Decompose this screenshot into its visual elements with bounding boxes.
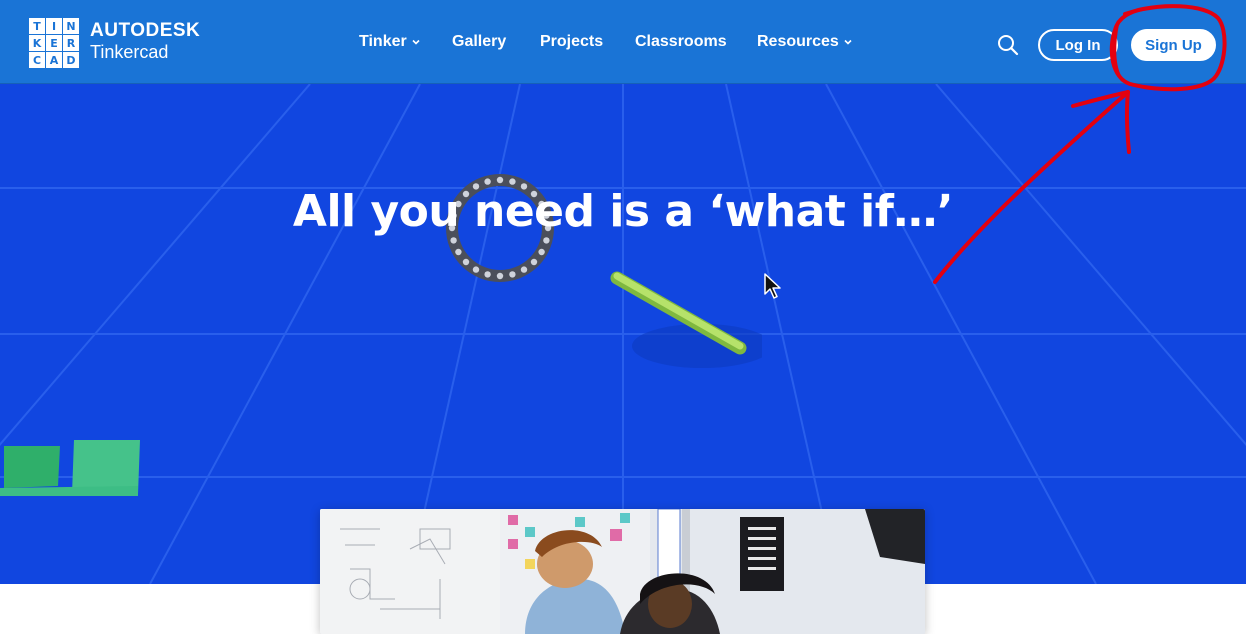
logo-letter: I — [46, 18, 62, 34]
brand-wordmark[interactable]: AUTODESK Tinkercad — [90, 20, 230, 70]
classroom-photo-illustration — [320, 509, 925, 634]
page: T I N K E R C A D AUTODESK Tinkercad Tin… — [0, 0, 1246, 634]
logo-letter: A — [46, 52, 62, 68]
mouse-cursor-icon — [764, 273, 781, 299]
green-stick-shape — [610, 271, 762, 368]
logo-letter: D — [63, 52, 79, 68]
nav-item-gallery[interactable]: Gallery — [452, 33, 506, 51]
nav-item-resources[interactable]: Resources — [757, 33, 853, 51]
chevron-down-icon — [412, 39, 420, 45]
nav-item-label: Projects — [540, 33, 604, 50]
hero-headline: All you need is a ‘what if…’ — [292, 186, 954, 237]
nav-item-label: Gallery — [452, 33, 507, 50]
nav-item-projects[interactable]: Projects — [540, 33, 603, 51]
nav-item-label: Resources — [757, 33, 839, 50]
green-block-shape — [0, 440, 140, 496]
logo-letter: K — [29, 35, 45, 51]
brand-tinkercad: Tinkercad — [90, 42, 169, 62]
nav-item-tinker[interactable]: Tinker — [359, 33, 421, 51]
logo-letter: C — [29, 52, 45, 68]
logo-letter: R — [63, 35, 79, 51]
site-header: T I N K E R C A D AUTODESK Tinkercad Tin… — [0, 0, 1246, 84]
signup-button[interactable]: Sign Up — [1131, 29, 1216, 61]
login-button[interactable]: Log In — [1038, 29, 1118, 61]
nav-item-label: Tinker — [359, 33, 407, 50]
nav-item-classrooms[interactable]: Classrooms — [635, 33, 727, 51]
classroom-photo — [320, 509, 925, 634]
search-icon[interactable] — [996, 33, 1020, 57]
nav-item-label: Classrooms — [635, 33, 727, 50]
brand-autodesk: AUTODESK — [90, 20, 201, 41]
logo-letter: N — [63, 18, 79, 34]
chevron-down-icon — [844, 39, 852, 45]
logo-letter: E — [46, 35, 62, 51]
tinkercad-logo-grid[interactable]: T I N K E R C A D — [29, 18, 79, 68]
logo-letter: T — [29, 18, 45, 34]
